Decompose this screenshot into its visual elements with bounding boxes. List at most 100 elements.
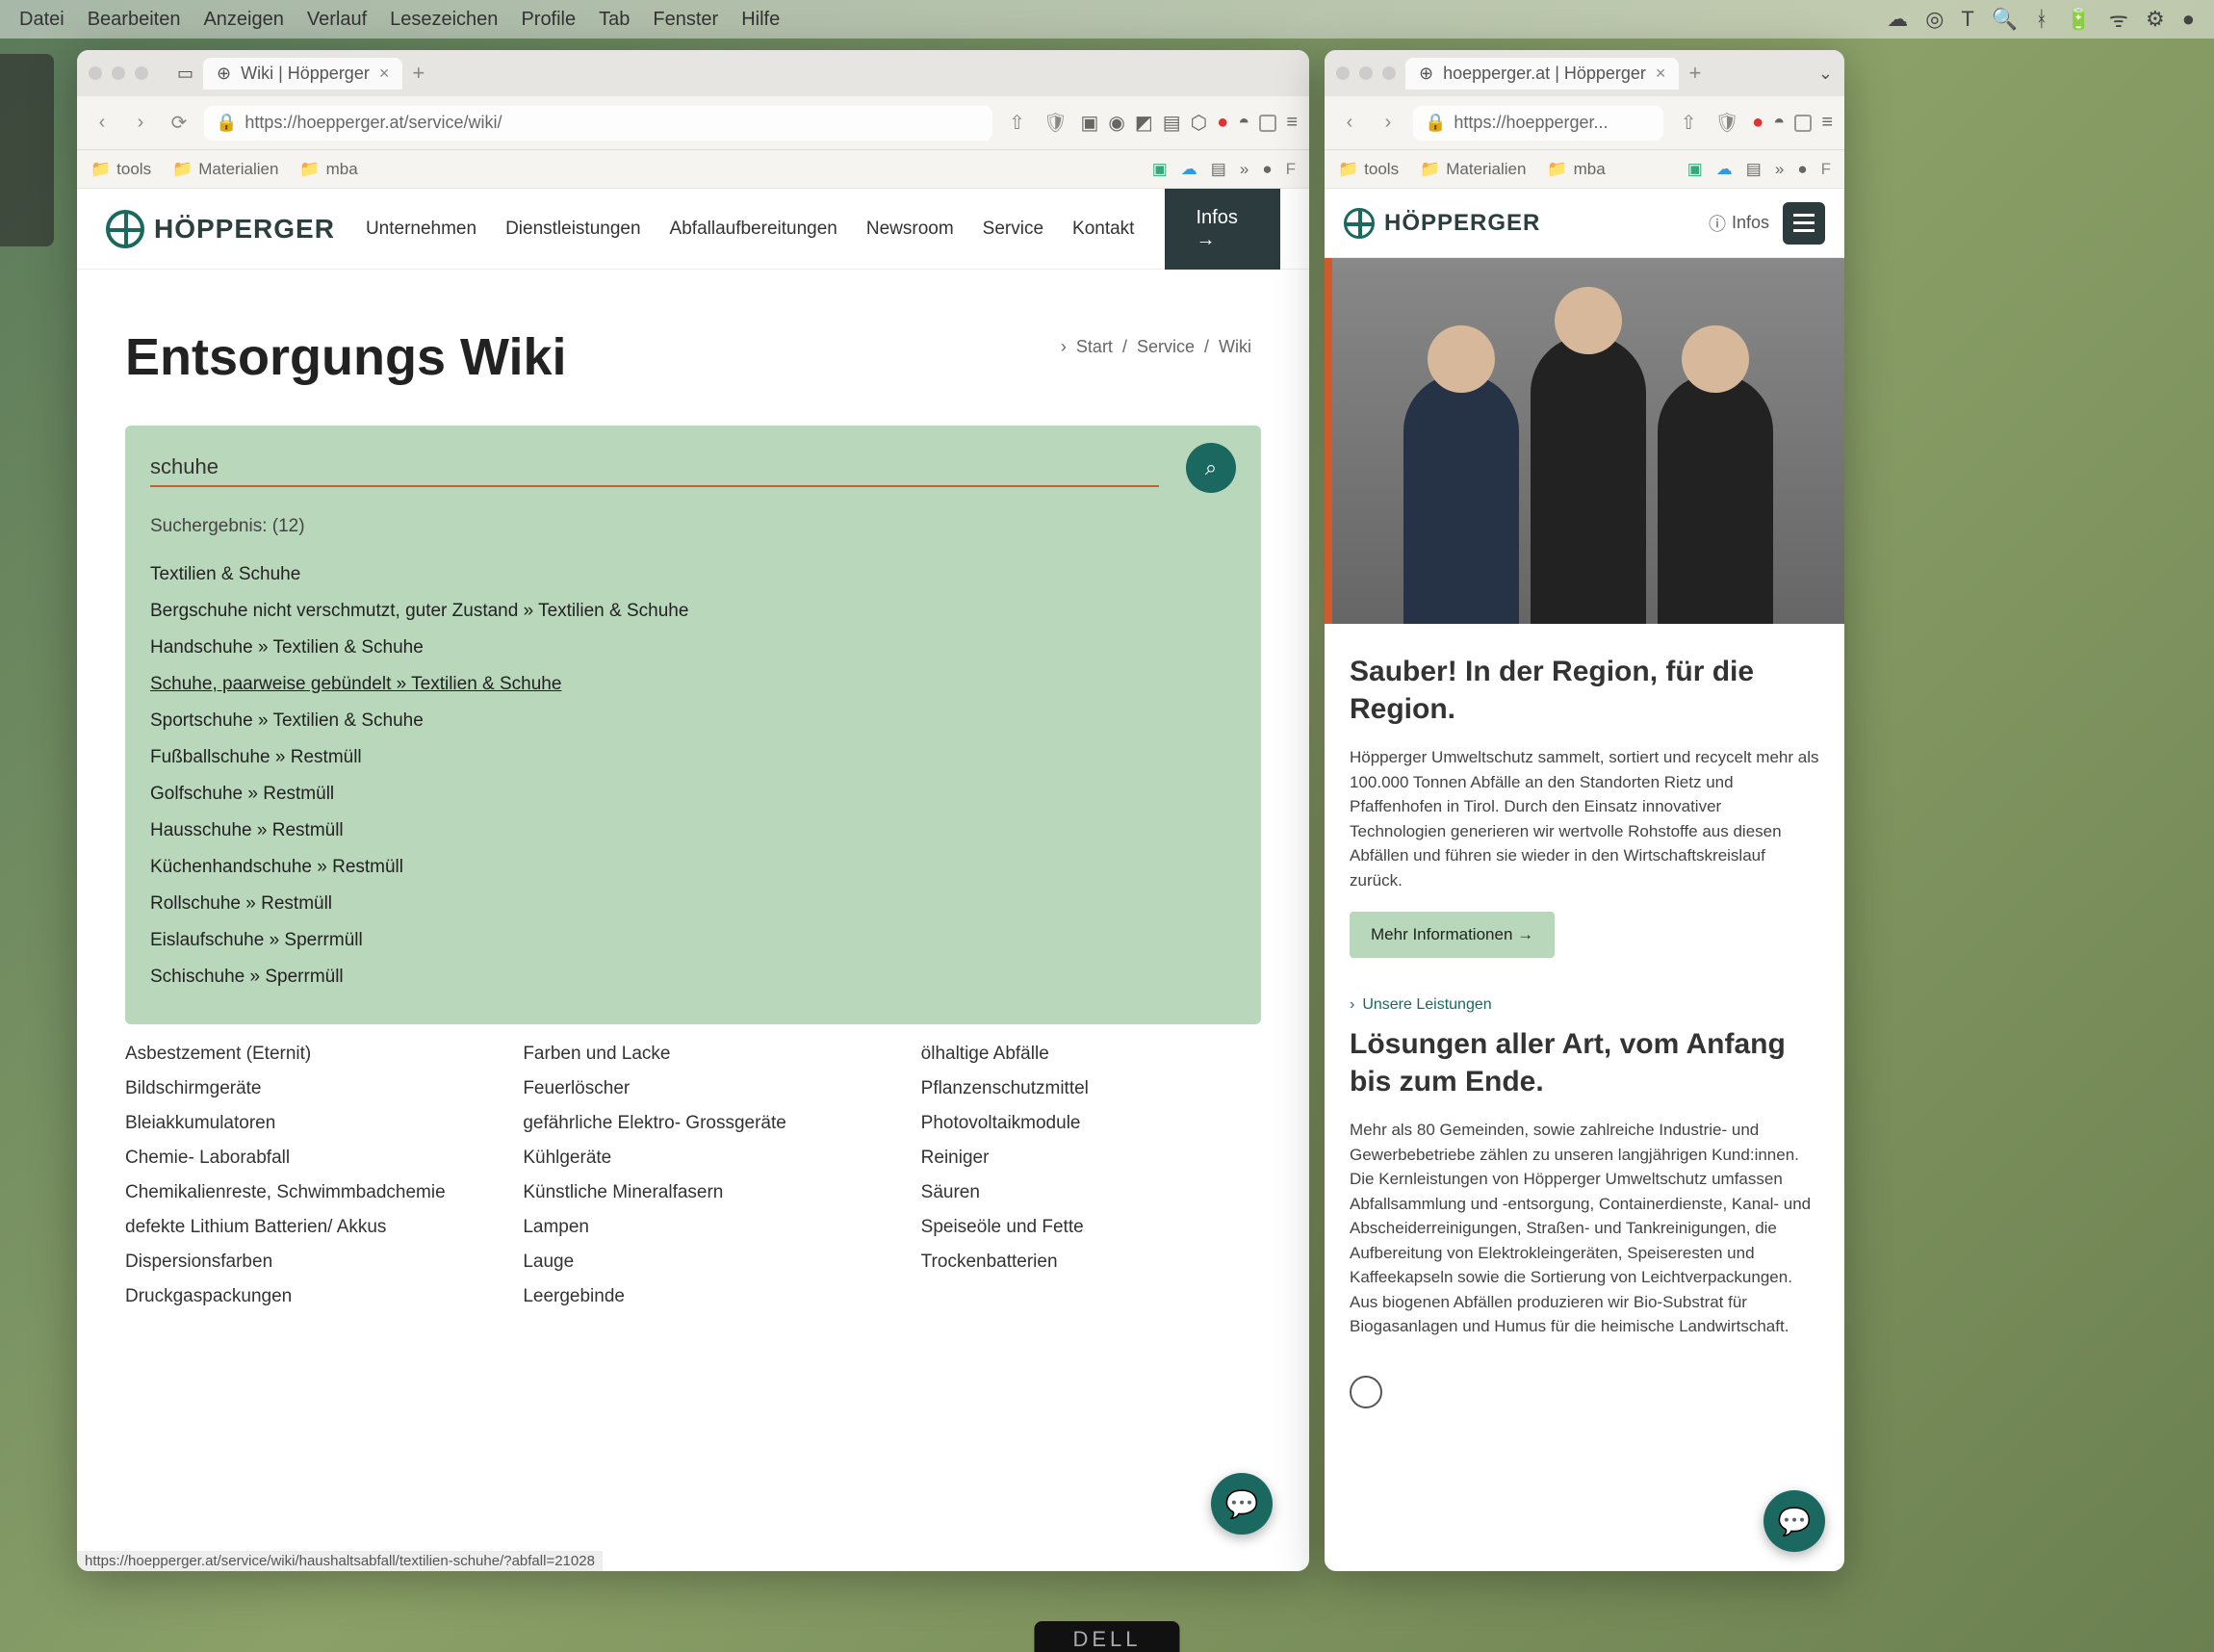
ext-icon[interactable]	[1794, 115, 1812, 132]
wiki-link[interactable]: Säuren	[921, 1182, 1261, 1203]
browser-tab[interactable]: ⊕ hoepperger.at | Höpperger ×	[1405, 58, 1679, 90]
spotlight-icon[interactable]: 🔍	[1992, 7, 2018, 32]
wiki-link[interactable]: Reiniger	[921, 1148, 1261, 1169]
nav-link[interactable]: Abfallaufbereitungen	[670, 219, 837, 240]
infos-link[interactable]: ⓘ Infos	[1709, 211, 1769, 236]
result-item[interactable]: Fußballschuhe » Restmüll	[150, 739, 1236, 776]
menu-item[interactable]: Hilfe	[741, 9, 780, 31]
menu-item[interactable]: Bearbeiten	[88, 9, 181, 31]
search-input[interactable]	[150, 449, 1159, 487]
wiki-link[interactable]: Druckgaspackungen	[125, 1286, 465, 1307]
control-center-icon[interactable]: ⚙	[2146, 7, 2165, 32]
wiki-link[interactable]: Asbestzement (Eternit)	[125, 1044, 465, 1065]
close-tab-icon[interactable]: ×	[379, 64, 390, 84]
bookmark-folder[interactable]: 📁 mba	[299, 160, 357, 179]
wiki-link[interactable]: Feuerlöscher	[523, 1078, 862, 1099]
wiki-link[interactable]: ölhaltige Abfälle	[921, 1044, 1261, 1065]
result-item[interactable]: Bergschuhe nicht verschmutzt, guter Zust…	[150, 593, 1236, 630]
wiki-link[interactable]: defekte Lithium Batterien/ Akkus	[125, 1217, 465, 1238]
wiki-link[interactable]: Chemie- Laborabfall	[125, 1148, 465, 1169]
new-tab-button[interactable]: +	[1688, 61, 1701, 86]
bookmark-icon[interactable]: ☁	[1181, 160, 1197, 179]
breadcrumb-item[interactable]: Service	[1137, 337, 1195, 357]
bookmark-icon[interactable]: ▤	[1211, 160, 1226, 179]
ext-icon[interactable]: ◩	[1135, 111, 1153, 135]
bookmark-icon[interactable]: ☁	[1716, 160, 1733, 179]
wiki-link[interactable]: Chemikalienreste, Schwimmbadchemie	[125, 1182, 465, 1203]
bookmark-folder[interactable]: 📁 tools	[1338, 160, 1399, 179]
menu-item[interactable]: Verlauf	[307, 9, 367, 31]
calendar-widget[interactable]	[0, 54, 54, 246]
search-button[interactable]: ⌕	[1186, 443, 1236, 493]
ext-icon[interactable]: ●	[1752, 112, 1763, 134]
ext-icon[interactable]: ◉	[1108, 111, 1124, 135]
traffic-light-min[interactable]	[1359, 66, 1373, 80]
result-item[interactable]: Sportschuhe » Textilien & Schuhe	[150, 703, 1236, 739]
app-icon[interactable]: ◎	[1925, 7, 1944, 32]
bookmark-folder[interactable]: 📁 tools	[90, 160, 151, 179]
menu-item[interactable]: Lesezeichen	[390, 9, 498, 31]
traffic-light-close[interactable]	[89, 66, 102, 80]
ext-icon[interactable]: ▣	[1081, 111, 1099, 135]
traffic-light-max[interactable]	[135, 66, 148, 80]
traffic-light-min[interactable]	[112, 66, 125, 80]
nav-link[interactable]: Kontakt	[1072, 219, 1134, 240]
tab-overflow-icon[interactable]: ⌄	[1818, 64, 1833, 84]
bookmark-icon[interactable]: ●	[1797, 160, 1807, 179]
wiki-link[interactable]: Pflanzenschutzmittel	[921, 1078, 1261, 1099]
url-input[interactable]: 🔒 https://hoepperger.at/service/wiki/	[204, 106, 992, 141]
share-icon[interactable]: ⇧	[1004, 110, 1031, 137]
traffic-light-close[interactable]	[1336, 66, 1350, 80]
wiki-link[interactable]: Lampen	[523, 1217, 862, 1238]
result-item[interactable]: Golfschuhe » Restmüll	[150, 776, 1236, 813]
nav-link[interactable]: Service	[983, 219, 1043, 240]
result-item-hover[interactable]: Schuhe, paarweise gebündelt » Textilien …	[150, 666, 1236, 703]
forward-button[interactable]: ›	[1375, 110, 1402, 137]
result-item[interactable]: Schischuhe » Sperrmüll	[150, 959, 1236, 995]
battery-icon[interactable]: 🔋	[2065, 7, 2091, 32]
bookmark-icon[interactable]: ▣	[1152, 160, 1168, 179]
ext-icon[interactable]: ●	[1217, 112, 1228, 134]
hamburger-icon[interactable]: ≡	[1286, 112, 1298, 134]
chat-fab[interactable]: 💬	[1763, 1490, 1825, 1552]
result-item[interactable]: Küchenhandschuhe » Restmüll	[150, 849, 1236, 886]
url-input[interactable]: 🔒 https://hoepperger...	[1413, 106, 1663, 141]
bookmark-more-icon[interactable]: »	[1240, 160, 1249, 179]
menu-item[interactable]: Fenster	[653, 9, 718, 31]
wiki-link[interactable]: Leergebinde	[523, 1286, 862, 1307]
ext-icon[interactable]	[1259, 115, 1276, 132]
bookmark-more-icon[interactable]: »	[1775, 160, 1784, 179]
shield-icon[interactable]: 🛡	[1043, 110, 1069, 137]
nav-link[interactable]: Newsroom	[866, 219, 954, 240]
wiki-link[interactable]: Lauge	[523, 1252, 862, 1273]
new-tab-button[interactable]: +	[412, 61, 425, 86]
menu-item[interactable]: Tab	[599, 9, 630, 31]
back-button[interactable]: ‹	[89, 110, 116, 137]
menu-item[interactable]: Profile	[521, 9, 576, 31]
bookmark-folder[interactable]: 📁 mba	[1547, 160, 1605, 179]
sidebar-toggle-icon[interactable]: ▭	[177, 64, 193, 84]
wiki-link[interactable]: Dispersionsfarben	[125, 1252, 465, 1273]
wiki-link[interactable]: gefährliche Elektro- Grossgeräte	[523, 1113, 862, 1134]
wiki-link[interactable]: Bildschirmgeräte	[125, 1078, 465, 1099]
wiki-link[interactable]: Kühlgeräte	[523, 1148, 862, 1169]
browser-tab[interactable]: ⊕ Wiki | Höpperger ×	[203, 58, 402, 90]
close-tab-icon[interactable]: ×	[1656, 64, 1666, 84]
logo[interactable]: HÖPPERGER	[1344, 208, 1540, 239]
text-icon[interactable]: T	[1961, 7, 1973, 32]
wiki-link[interactable]: Künstliche Mineralfasern	[523, 1182, 862, 1203]
nav-link[interactable]: Unternehmen	[366, 219, 476, 240]
logo[interactable]: HÖPPERGER	[106, 210, 335, 248]
bookmark-icon[interactable]: ▣	[1687, 160, 1703, 179]
wiki-link[interactable]: Farben und Lacke	[523, 1044, 862, 1065]
infos-button[interactable]: Infos →	[1165, 189, 1280, 270]
wiki-link[interactable]: Bleiakkumulatoren	[125, 1113, 465, 1134]
ext-icon[interactable]: ◓	[1238, 112, 1249, 134]
result-item[interactable]: Hausschuhe » Restmüll	[150, 813, 1236, 849]
wiki-link[interactable]: Photovoltaikmodule	[921, 1113, 1261, 1134]
bookmark-folder[interactable]: 📁 Materialien	[172, 160, 278, 179]
back-button[interactable]: ‹	[1336, 110, 1363, 137]
ext-icon[interactable]: ◓	[1773, 112, 1785, 134]
bookmark-icon[interactable]: F	[1821, 160, 1831, 179]
wifi-icon[interactable]: ᯤ	[2109, 5, 2128, 34]
